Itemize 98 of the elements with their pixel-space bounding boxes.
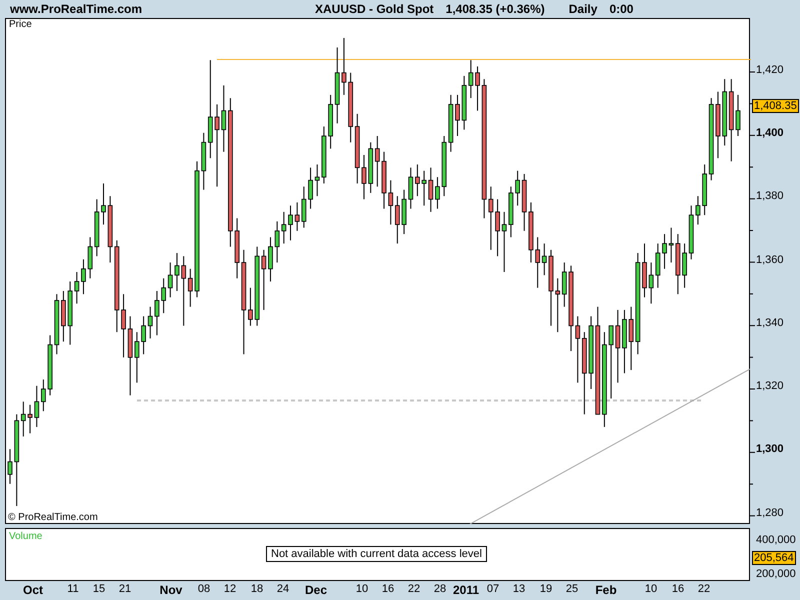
candle [702, 164, 707, 216]
candle [428, 167, 434, 212]
last-price-badge: 1,408.35 [752, 99, 799, 113]
candle [61, 290, 66, 342]
candle [221, 84, 226, 152]
chart-time: 0:00 [609, 2, 634, 16]
time-axis-label: 10 [644, 583, 658, 595]
candle [154, 290, 160, 336]
candle [74, 272, 80, 304]
panel-title: Volume [9, 531, 42, 542]
time-axis-label: 08 [198, 583, 210, 595]
time-axis-label: Feb [595, 583, 617, 597]
candle [48, 334, 52, 396]
chart-quote: 1,408.35 (+0.36%) [446, 2, 545, 16]
time-axis-label: 18 [250, 583, 264, 595]
candle [141, 316, 146, 355]
time-axis-label: Oct [23, 583, 43, 597]
candle [234, 218, 240, 279]
candle [248, 287, 253, 326]
candle [622, 309, 627, 374]
candle [522, 173, 527, 232]
candle [268, 236, 273, 282]
time-axis-label: 28 [434, 583, 446, 595]
candle [382, 151, 386, 210]
price-axis-label: 1,380 [756, 190, 784, 202]
price-axis-label: 1,360 [756, 254, 784, 266]
candle [148, 306, 153, 339]
candle [308, 167, 313, 210]
candle [435, 176, 440, 210]
panel-title: Price [9, 19, 32, 30]
time-axis-label: 11 [67, 583, 79, 595]
candle [422, 170, 426, 206]
volume-axis-label: 200,000 [756, 568, 796, 580]
candle [101, 182, 106, 226]
candle [515, 170, 520, 206]
candle [362, 154, 366, 200]
candle [495, 198, 500, 257]
price-axis-label: 1,340 [756, 316, 784, 329]
price-axis-label: 1,420 [756, 64, 784, 76]
candle [288, 205, 293, 241]
time-axis-label: Dec [305, 583, 327, 597]
candle [121, 294, 126, 358]
candle [314, 164, 320, 197]
time-axis-label: 07 [486, 583, 500, 595]
time-axis-label: 21 [118, 583, 132, 595]
candle [81, 258, 86, 295]
time-axis-label: 15 [92, 583, 106, 595]
price-axis-label: 1,320 [756, 380, 784, 392]
candle [668, 227, 674, 263]
candle [508, 186, 514, 238]
candle [54, 294, 60, 355]
time-axis-label: 24 [276, 583, 290, 595]
time-axis-label: 16 [382, 583, 394, 595]
candle [328, 94, 333, 150]
time-axis-label: 13 [512, 583, 526, 595]
candle [696, 196, 700, 226]
candle [415, 164, 420, 197]
candle [8, 448, 12, 484]
last-volume-badge: 205,564 [752, 551, 796, 565]
candle [642, 243, 647, 298]
time-axis-label: 2011 [452, 583, 480, 597]
notice-box: Not available with current data access level [266, 546, 487, 562]
time-axis-label: 12 [224, 583, 236, 595]
candle [682, 243, 687, 288]
candle [736, 94, 740, 136]
time-axis-label: 16 [672, 583, 684, 595]
site-url: www.ProRealTime.com [10, 2, 144, 16]
time-axis-label: 22 [408, 583, 420, 595]
candle [28, 404, 32, 434]
candle [716, 91, 720, 159]
price-axis-label: 1,400 [756, 127, 784, 139]
candle [41, 379, 46, 412]
candle [322, 126, 326, 184]
candle [688, 205, 694, 260]
candle [475, 66, 480, 112]
time-axis-label: 19 [540, 583, 552, 595]
candle [402, 189, 406, 235]
candle [174, 252, 180, 292]
candle [342, 37, 346, 96]
copyright-text: © ProRealTime.com [8, 512, 98, 523]
candle [134, 332, 140, 384]
candle [676, 234, 680, 295]
candle [502, 211, 507, 272]
chart-symbol: XAUUSD - Gold Spot [315, 2, 434, 16]
volume-axis-label: 400,000 [756, 534, 796, 546]
price-axis-label: 1,300 [756, 443, 784, 456]
time-axis-label: Nov [160, 583, 182, 597]
time-axis-label: 22 [698, 583, 710, 595]
candle [662, 234, 667, 270]
time-axis-label: 10 [356, 583, 368, 595]
chart-period: Daily [568, 2, 598, 16]
price-axis-label: 1,280 [756, 506, 784, 518]
time-axis-label: 25 [566, 583, 578, 595]
candle [68, 280, 72, 346]
candle [455, 94, 460, 136]
candle [408, 167, 414, 210]
candle [528, 202, 534, 263]
candle [34, 385, 40, 428]
